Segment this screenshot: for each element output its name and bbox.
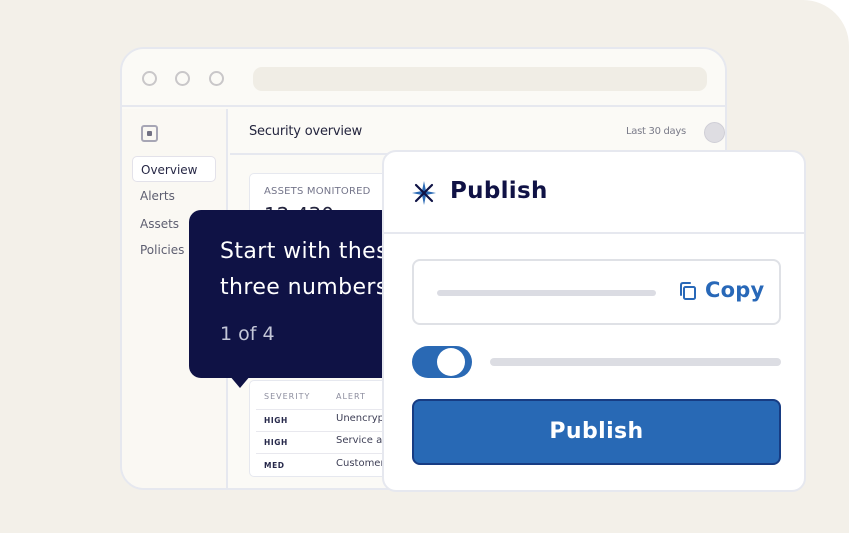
visibility-toggle[interactable] (412, 346, 472, 378)
table-header-severity: SEVERITY (264, 392, 311, 401)
publish-panel: Publish Copy Publish (382, 150, 806, 492)
toggle-knob (437, 348, 465, 376)
copy-label: Copy (705, 278, 765, 302)
address-bar[interactable] (253, 67, 707, 91)
alert-severity: HIGH (264, 438, 288, 447)
copy-icon (680, 282, 696, 300)
tooltip-pointer (229, 375, 251, 388)
toggle-label-placeholder (490, 358, 781, 366)
tooltip-step-counter: 1 of 4 (220, 323, 275, 345)
page-canvas: Overview Alerts Assets Policies Security… (0, 0, 849, 537)
date-range-selector[interactable]: Last 30 days (626, 126, 686, 137)
onboarding-tooltip: Start with these three numbers 1 of 4 (189, 210, 404, 378)
link-placeholder-bar (437, 290, 656, 296)
table-header-alert: ALERT (336, 392, 366, 401)
sidebar-item-overview[interactable]: Overview (132, 156, 216, 182)
window-maximize-dot[interactable] (209, 71, 224, 86)
share-link-field[interactable]: Copy (412, 259, 781, 325)
metric-label: ASSETS MONITORED (264, 186, 371, 197)
panel-header: Publish (384, 152, 804, 234)
window-minimize-dot[interactable] (175, 71, 190, 86)
sidebar-item-alerts[interactable]: Alerts (132, 183, 216, 209)
alert-severity: MED (264, 461, 285, 470)
sparkle-icon (412, 181, 436, 205)
browser-titlebar (122, 49, 725, 107)
copy-button[interactable]: Copy (675, 276, 764, 308)
publish-button[interactable]: Publish (412, 399, 781, 465)
main-header: Security overview Last 30 days (230, 109, 725, 155)
page-title: Security overview (249, 124, 363, 139)
avatar[interactable] (704, 122, 725, 143)
alert-severity: HIGH (264, 416, 288, 425)
window-close-dot[interactable] (142, 71, 157, 86)
alert-title[interactable]: Customer (336, 458, 385, 469)
app-logo-icon (141, 125, 158, 142)
tooltip-text: Start with these three numbers (220, 239, 402, 300)
panel-title: Publish (450, 178, 548, 204)
